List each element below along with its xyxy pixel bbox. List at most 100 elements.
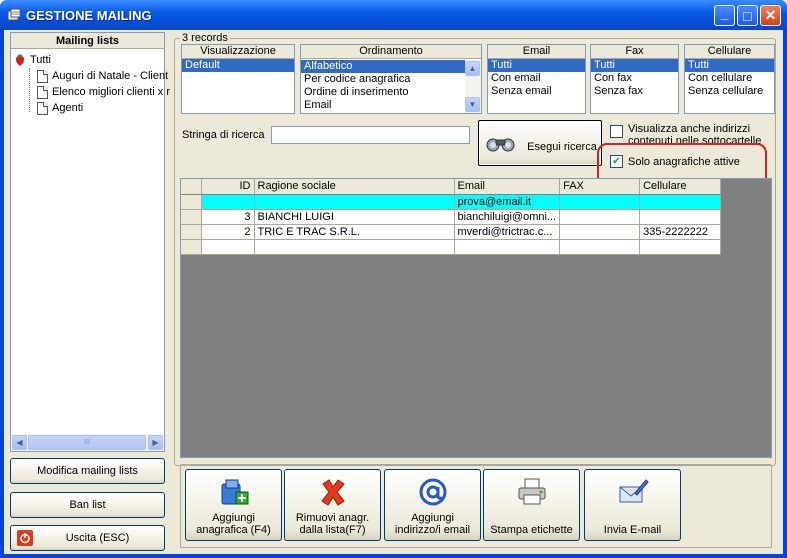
tree-item-tutti[interactable]: Tutti [13,52,51,68]
listbox-header: Email [488,45,585,59]
listbox-item[interactable]: Senza email [488,85,585,98]
listbox-item[interactable]: Tutti [488,59,585,72]
title-bar[interactable]: GESTIONE MAILING _ □ ✕ [0,0,787,30]
modifica-mailing-lists-button[interactable]: Modifica mailing lists [10,458,165,484]
row-selector[interactable] [181,239,202,255]
maximize-icon: □ [743,7,752,24]
listbox-item[interactable]: Senza fax [591,85,678,98]
scroll-down-button[interactable]: ▼ [465,97,480,112]
tree-item-label: Tutti [30,54,51,66]
cell-ragione-sociale [254,194,455,210]
listbox-item[interactable]: Con cellulare [685,72,774,85]
listbox-header: Ordinamento [301,45,481,59]
invia-email-button[interactable]: Invia E-mail [584,469,681,541]
horizontal-scrollbar[interactable]: ◀ III ▶ [11,434,164,451]
delete-x-icon [320,479,345,506]
esegui-ricerca-button[interactable]: Esegui ricerca [478,120,602,166]
table-row[interactable] [181,239,722,255]
cell-id: 3 [201,209,255,225]
mail-app-icon [7,8,21,21]
listbox-header: Visualizzazione [182,45,294,59]
row-selector[interactable] [181,194,202,210]
column-header-email[interactable]: Email [454,179,561,195]
table-row[interactable]: 2 TRIC E TRAC S.R.L. mverdi@trictrac.c..… [181,224,722,240]
tree-item-label: Elenco migliori clienti x r [52,86,170,98]
button-label: Modifica mailing lists [37,465,138,477]
listbox-item[interactable]: Per codice anagrafica [301,73,465,86]
cell-cellulare [639,194,722,210]
scroll-left-button[interactable]: ◀ [12,435,27,450]
column-header-cellulare[interactable]: Cellulare [639,179,722,195]
cell-cellulare [639,209,722,225]
listbox-item[interactable]: Con email [488,72,585,85]
sottocartelle-checkbox[interactable] [610,125,623,138]
close-icon: ✕ [764,7,777,23]
button-label: Stampa etichette [490,524,573,536]
tree-item-auguri[interactable]: Auguri di Natale - Client [37,68,168,84]
listbox-item[interactable]: Alfabetico [301,60,465,73]
cell-email: prova@email.it [454,194,561,210]
aggiungi-email-button[interactable]: Aggiungi indirizzo/i email [384,469,481,541]
button-label: Uscita (ESC) [65,532,130,544]
column-header-id[interactable]: ID [201,179,255,195]
scroll-thumb[interactable]: III [28,435,146,450]
listbox-item[interactable]: Con fax [591,72,678,85]
power-icon [17,530,33,546]
minimize-icon: _ [720,4,729,21]
ordinamento-listbox[interactable]: Ordinamento Alfabetico Per codice anagra… [300,44,482,114]
button-label: Esegui ricerca [527,141,597,153]
cell-id [201,194,255,210]
scroll-up-button[interactable]: ▲ [465,61,480,76]
minimize-button[interactable]: _ [714,5,735,26]
cell-ragione-sociale: BIANCHI LUIGI [254,209,455,225]
tree-item-agenti[interactable]: Agenti [37,100,83,116]
records-table: ID Ragione sociale Email FAX Cellulare p… [181,179,722,255]
strawberry-icon [15,54,25,67]
uscita-button[interactable]: Uscita (ESC) [10,525,165,551]
vertical-scrollbar[interactable]: ▲ ▼ [465,60,481,113]
column-header-fax[interactable]: FAX [559,179,641,195]
email-send-icon [619,479,649,503]
button-label: Aggiungi anagrafica (F4) [196,512,271,536]
listbox-item[interactable]: Email [301,99,465,112]
rimuovi-anagrafica-button[interactable]: Rimuovi anagr. dalla lista(F7) [284,469,381,541]
scroll-right-button[interactable]: ▶ [148,435,163,450]
listbox-item[interactable]: Default [182,59,294,72]
column-header-ragione-sociale[interactable]: Ragione sociale [254,179,455,195]
search-label: Stringa di ricerca [182,129,265,141]
listbox-item[interactable]: Ordine di inserimento [301,86,465,99]
records-grid[interactable]: ID Ragione sociale Email FAX Cellulare p… [180,178,772,458]
tree-line [29,68,30,112]
table-row[interactable]: 3 BIANCHI LUIGI bianchiluigi@omni... [181,209,722,225]
cellulare-filter-listbox[interactable]: Cellulare Tutti Con cellulare Senza cell… [684,44,775,114]
window-title: GESTIONE MAILING [26,8,152,23]
cell-fax [559,239,641,255]
mailing-lists-panel: Mailing lists Tutti Auguri di Natale - C… [10,32,170,452]
stampa-etichette-button[interactable]: Stampa etichette [483,469,580,541]
ban-list-button[interactable]: Ban list [10,492,165,518]
document-icon [37,101,48,115]
listbox-item[interactable]: Tutti [685,59,774,72]
table-header-row: ID Ragione sociale Email FAX Cellulare [181,179,722,195]
at-sign-icon [419,478,446,506]
cell-ragione-sociale: TRIC E TRAC S.R.L. [254,224,455,240]
maximize-button[interactable]: □ [737,5,758,26]
close-button[interactable]: ✕ [760,5,781,26]
row-selector[interactable] [181,224,202,240]
listbox-item[interactable]: Tutti [591,59,678,72]
binoculars-icon [486,138,515,152]
cell-id: 2 [201,224,255,240]
aggiungi-anagrafica-button[interactable]: Aggiungi anagrafica (F4) [185,469,282,541]
visualizzazione-listbox[interactable]: Visualizzazione Default [181,44,295,114]
cell-fax [559,224,641,240]
printer-icon [518,478,545,505]
search-input[interactable] [271,126,470,144]
table-row[interactable]: prova@email.it [181,194,722,210]
email-filter-listbox[interactable]: Email Tutti Con email Senza email [487,44,586,114]
fax-filter-listbox[interactable]: Fax Tutti Con fax Senza fax [590,44,679,114]
document-icon [37,69,48,83]
row-selector[interactable] [181,209,202,225]
tree-item-elenco[interactable]: Elenco migliori clienti x r [37,84,170,100]
listbox-item[interactable]: Senza cellulare [685,85,774,98]
listbox-header: Cellulare [685,45,774,59]
